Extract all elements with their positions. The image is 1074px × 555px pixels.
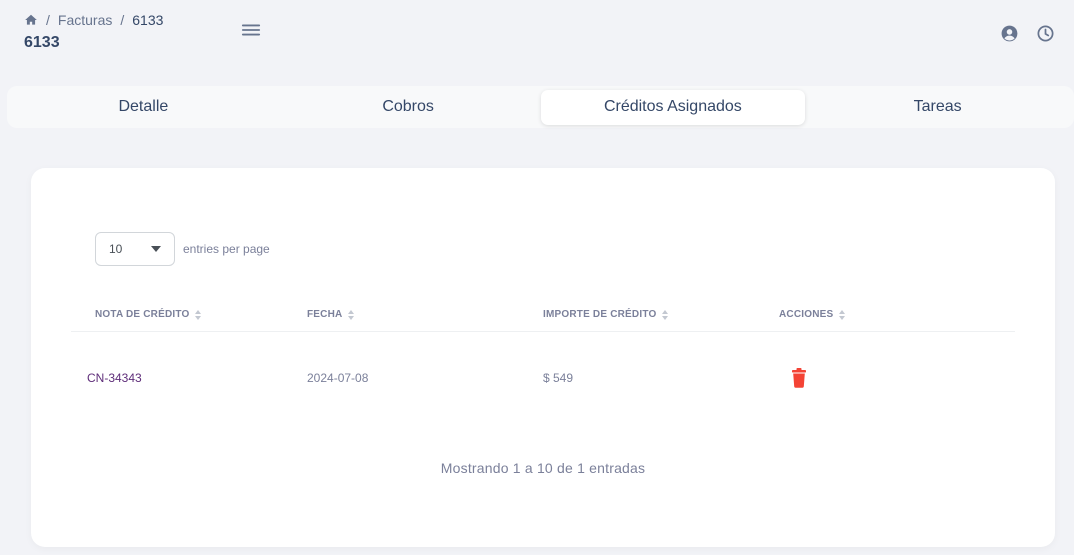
- header-icons: [1000, 24, 1056, 44]
- breadcrumb-separator: /: [46, 12, 50, 28]
- tab-bar: Detalle Cobros Créditos Asignados Tareas: [7, 86, 1074, 128]
- page-title: 6133: [24, 34, 60, 51]
- tab-tareas[interactable]: Tareas: [805, 90, 1070, 125]
- breadcrumb-separator: /: [120, 12, 125, 28]
- credit-date: 2024-07-08: [307, 371, 369, 385]
- sort-icon: [195, 309, 202, 320]
- row-actions: [787, 368, 1015, 388]
- column-nota-de-credito[interactable]: NOTA DE CRÉDITO: [71, 309, 307, 320]
- breadcrumb-item-facturas[interactable]: Facturas: [58, 12, 112, 28]
- column-header-label: FECHA: [307, 309, 343, 320]
- entries-control: 10 entries per page: [95, 232, 270, 266]
- pagination-info: Mostrando 1 a 10 de 1 entradas: [440, 460, 646, 476]
- tab-detalle[interactable]: Detalle: [11, 90, 276, 125]
- table-row: CN-34343 2024-07-08 $ 549: [71, 358, 1015, 398]
- trash-icon[interactable]: [791, 368, 807, 388]
- credit-note-link[interactable]: CN-34343: [71, 371, 307, 385]
- sort-icon: [662, 309, 669, 320]
- column-header-label: ACCIONES: [779, 309, 834, 320]
- credit-amount: $ 549: [543, 371, 574, 385]
- entries-per-page-select[interactable]: 10: [95, 232, 175, 266]
- user-circle-icon[interactable]: [1000, 24, 1020, 44]
- table-header: NOTA DE CRÉDITO FECHA IMPORTE DE CRÉDITO…: [71, 298, 1015, 332]
- clock-icon[interactable]: [1036, 24, 1056, 44]
- column-importe-de-credito[interactable]: IMPORTE DE CRÉDITO: [543, 309, 779, 320]
- column-header-label: IMPORTE DE CRÉDITO: [543, 309, 657, 320]
- caret-down-icon: [151, 246, 161, 252]
- column-header-label: NOTA DE CRÉDITO: [95, 309, 190, 320]
- tab-cobros[interactable]: Cobros: [276, 90, 541, 125]
- sort-icon: [348, 309, 355, 320]
- column-fecha[interactable]: FECHA: [307, 309, 543, 320]
- hamburger-icon: [241, 24, 261, 36]
- breadcrumb-item-current: 6133: [132, 12, 164, 28]
- home-icon[interactable]: [24, 13, 38, 27]
- credits-card: 10 entries per page NOTA DE CRÉDITO FECH…: [31, 168, 1055, 547]
- entries-per-page-value: 10: [109, 242, 123, 256]
- tab-creditos-asignados[interactable]: Créditos Asignados: [540, 89, 806, 125]
- menu-toggle-button[interactable]: [240, 20, 262, 40]
- column-acciones[interactable]: ACCIONES: [779, 309, 1015, 320]
- sort-icon: [839, 309, 846, 320]
- entries-per-page-label: entries per page: [183, 242, 270, 256]
- breadcrumb: / Facturas / 6133: [24, 12, 163, 28]
